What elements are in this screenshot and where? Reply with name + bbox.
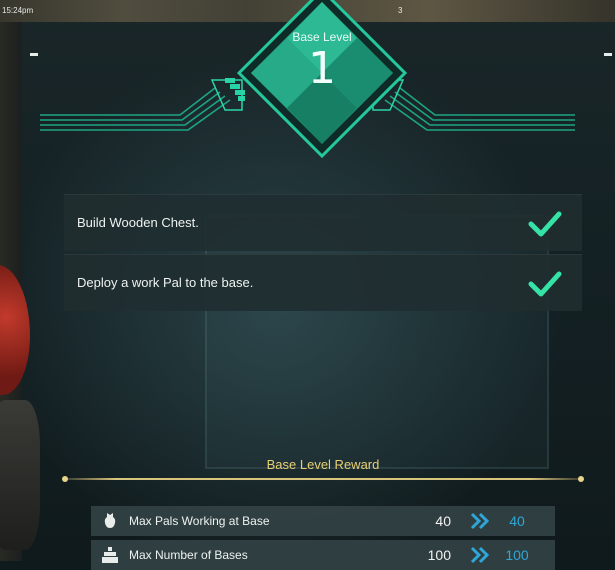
checkmark-icon [528, 271, 562, 297]
task-label: Deploy a work Pal to the base. [77, 275, 254, 290]
edge-marker [604, 53, 612, 56]
base-icon [102, 547, 118, 563]
edge-marker [30, 53, 38, 56]
reward-label: Max Pals Working at Base [129, 514, 270, 528]
base-level-value: 1 [308, 43, 336, 94]
checkmark-icon [528, 211, 562, 237]
pal-icon [104, 513, 116, 528]
reward-row: Max Number of Bases 100 100 [91, 540, 555, 570]
double-chevron-right-icon [470, 546, 490, 564]
reward-row: Max Pals Working at Base 40 40 [91, 506, 555, 536]
reward-new-value: 40 [509, 513, 525, 529]
hud-time: 15:24pm [2, 6, 34, 15]
reward-title: Base Level Reward [266, 457, 380, 472]
left-circuit-connector [40, 78, 245, 131]
task-item: Build Wooden Chest. [64, 194, 582, 251]
reward-label: Max Number of Bases [129, 548, 248, 562]
base-level-label: Base Level [292, 30, 352, 44]
background-object [0, 400, 40, 550]
reward-divider [62, 476, 584, 482]
background-object [0, 265, 30, 395]
task-label: Build Wooden Chest. [77, 215, 199, 230]
reward-old-value: 40 [435, 513, 451, 529]
double-chevron-right-icon [470, 512, 490, 530]
task-item: Deploy a work Pal to the base. [64, 254, 582, 311]
